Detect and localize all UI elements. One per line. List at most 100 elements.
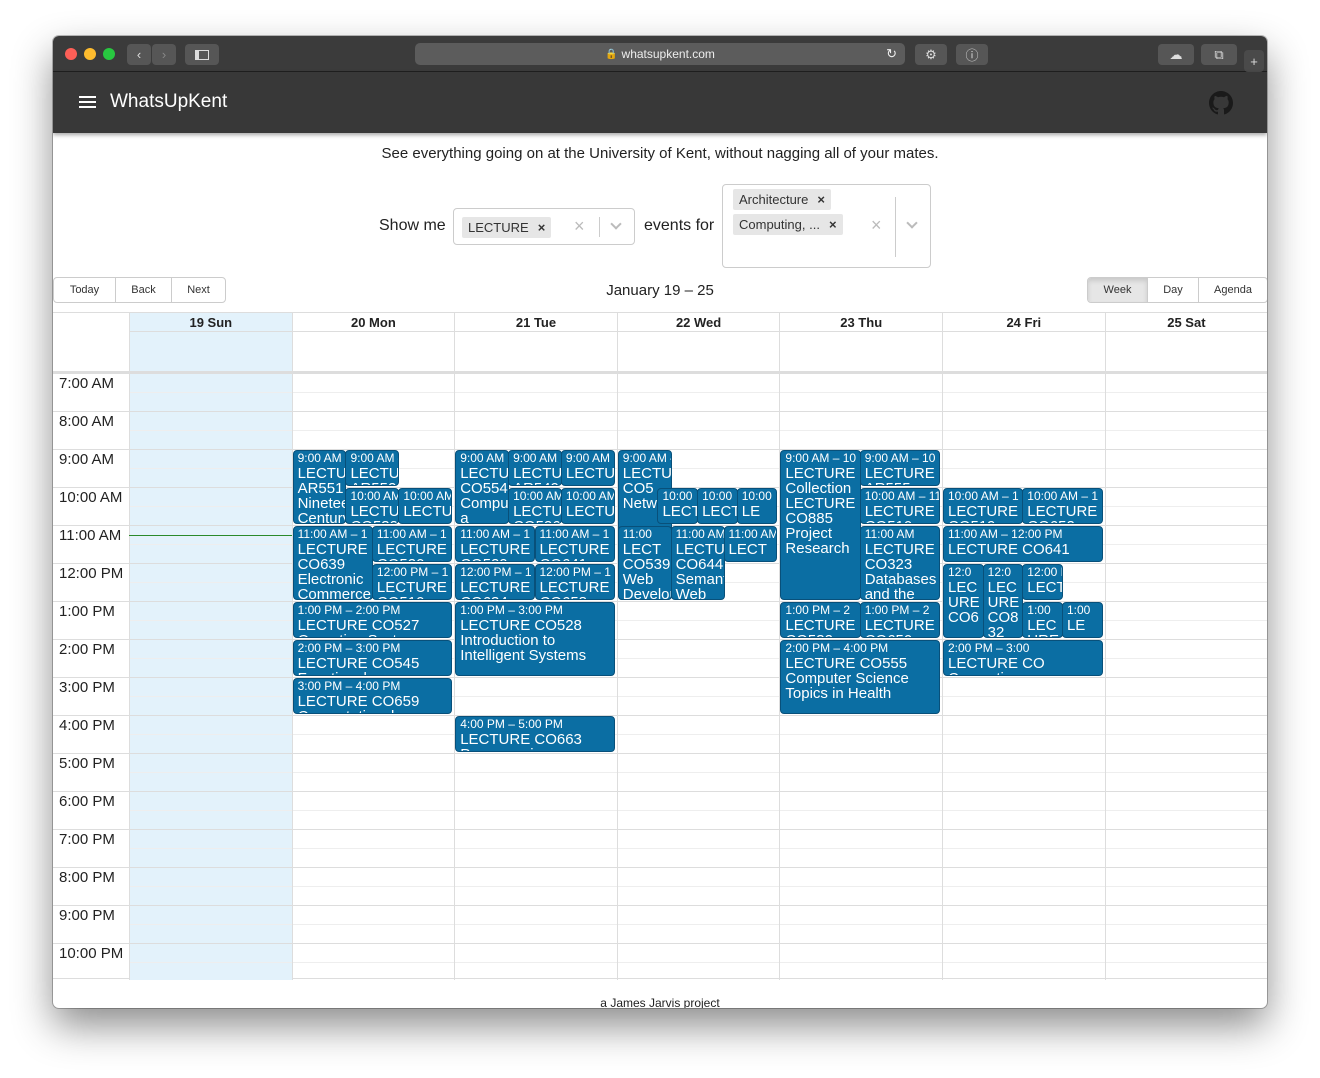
remove-chip-icon[interactable]: × <box>538 220 546 235</box>
calendar-event[interactable]: 11:00 AM LECT <box>723 526 778 562</box>
github-icon[interactable] <box>1209 91 1233 115</box>
agenda-view-button[interactable]: Agenda <box>1199 278 1267 302</box>
chevron-down-icon[interactable] <box>906 217 918 229</box>
all-day-cell[interactable] <box>779 332 942 372</box>
clear-select-icon[interactable]: × <box>871 215 882 236</box>
show-tabs-button[interactable]: ⧉ <box>1201 44 1237 65</box>
calendar-event[interactable]: 10:00 LE <box>736 488 778 524</box>
event-time: 9:00 AM <box>565 451 610 465</box>
hour-line <box>53 943 1267 944</box>
all-day-cell[interactable] <box>129 332 292 372</box>
calendar-event[interactable]: 12:00 PMLECT <box>1022 564 1063 600</box>
event-title: LECTURE <box>460 465 510 482</box>
event-title: URE <box>948 594 980 611</box>
event-title: Electronic <box>297 571 364 588</box>
calendar-event[interactable]: 1:00LECURECO532 <box>1022 602 1063 638</box>
back-nav-button[interactable]: ‹ <box>127 44 151 65</box>
day-header[interactable]: 24 Fri <box>942 313 1105 332</box>
address-bar[interactable]: 🔒 whatsupkent.com ↻ <box>415 43 905 65</box>
calendar-event[interactable]: 1:00 PM – 2LECTURECO650 <box>859 602 940 638</box>
calendar-event[interactable]: 10:00 AMLECTURE <box>398 488 453 524</box>
calendar-event[interactable]: 2:00 PM – 3:00LECTURE COComputing <box>943 640 1103 676</box>
day-header[interactable]: 19 Sun <box>129 313 292 332</box>
subject-chip-architecture[interactable]: Architecture × <box>733 189 831 210</box>
cloud-icon: ☁ <box>1169 46 1183 62</box>
calendar-event[interactable]: 9:00 AM – 10:00LECTUREAR552 <box>345 450 400 486</box>
event-type-chip[interactable]: LECTURE × <box>462 217 552 238</box>
calendar-event[interactable]: 12:00 PM – 1LECTURECO658 <box>534 564 615 600</box>
calendar-event[interactable]: 3:00 PM – 4:00 PMLECTURE CO659Computatio… <box>292 678 453 714</box>
author-link[interactable]: James Jarvis <box>610 996 680 1008</box>
day-header[interactable]: 22 Wed <box>616 313 780 332</box>
calendar-event[interactable]: 2:00 PM – 4:00 PM LECTURE CO555 Computer S… <box>780 640 940 714</box>
calendar-event[interactable]: 1:00 PM – 2:00 PMLECTURE CO527Operating … <box>292 602 453 638</box>
calendar-event[interactable]: 11:00 AM – 1LECTURECO520 <box>371 526 453 562</box>
remove-chip-icon[interactable]: × <box>817 192 825 207</box>
calendar-event[interactable]: 9:00 AMLECTURECO554Computinga Theory <box>455 450 510 524</box>
all-day-cell[interactable] <box>616 332 780 372</box>
minimize-window-button[interactable] <box>84 48 96 60</box>
info-extension-button[interactable]: ⓘ <box>956 44 988 65</box>
calendar-event[interactable]: 11:00 AM – 1LECTURECO641 <box>534 526 615 562</box>
calendar-event[interactable]: 10:00 LECT <box>657 488 699 524</box>
new-tab-button[interactable]: + <box>1244 50 1264 72</box>
calendar-event[interactable]: 10:00 AM – 11:00LECTURECO510 <box>859 488 940 524</box>
subject-chip-computing[interactable]: Computing, ... × <box>733 214 843 235</box>
calendar-event[interactable]: 9:00 AM – 10LECTUREAR555 <box>859 450 940 486</box>
calendar-event[interactable]: 1:00 LE <box>1061 602 1103 638</box>
calendar-event[interactable]: 12:0 LEC URE CO6 <box>943 564 984 638</box>
subject-select[interactable]: Architecture × Computing, ... × × <box>722 184 931 268</box>
icloud-tabs-button[interactable]: ☁ <box>1158 44 1194 65</box>
calendar-event[interactable]: 12:0 LEC URE CO8 32 <box>982 564 1024 638</box>
calendar-event[interactable]: 9:00 AMLECTURE <box>560 450 615 486</box>
calendar-event[interactable]: 10:00 AMLECTURECO532 <box>345 488 400 524</box>
all-day-cell[interactable] <box>454 332 617 372</box>
calendar-event[interactable]: 10:00 AM – 1LECTURECO519 <box>943 488 1024 524</box>
settings-extension-button[interactable]: ⚙ <box>915 44 947 65</box>
day-header[interactable]: 20 Mon <box>291 313 455 332</box>
calendar-event[interactable]: 1:00 PM – 3:00 PM LECTURE CO528 Introducti… <box>455 602 615 676</box>
calendar-event[interactable]: 10:00 AM – 1LECTURECO652 <box>1022 488 1103 524</box>
clear-select-icon[interactable]: × <box>574 216 585 237</box>
time-label: 3:00 PM <box>59 679 115 696</box>
calendar-event[interactable]: 11:00 AM – 12:00 PM LECTURE CO641 <box>943 526 1103 562</box>
forward-nav-button[interactable]: › <box>152 44 176 65</box>
calendar-event[interactable]: 9:00 AMLECTUREAR551Nineteenth-Century <box>292 450 347 524</box>
calendar-event[interactable]: 2:00 PM – 3:00 PMLECTURE CO545Functional <box>292 640 453 676</box>
calendar-event[interactable]: 11:00LECTCO539WebDevelopment <box>617 526 672 600</box>
calendar-event[interactable]: 11:00 AMLECTURECO644SemanticWeb <box>670 526 725 600</box>
calendar-event[interactable]: 11:00 AM – 1LECTURECO529 <box>455 526 536 562</box>
day-view-button[interactable]: Day <box>1148 278 1199 302</box>
remove-chip-icon[interactable]: × <box>829 217 837 232</box>
calendar-event[interactable]: 12:00 PM – 1LECTURECO510 <box>371 564 453 600</box>
day-header[interactable]: 23 Thu <box>779 313 942 332</box>
calendar-event[interactable]: 9:00 AMLECTUREAR549 <box>508 450 562 486</box>
calendar-event[interactable]: 10:00 LECT <box>697 488 738 524</box>
event-time: 12:0 <box>987 565 1011 579</box>
all-day-cell[interactable] <box>1104 332 1267 372</box>
day-header[interactable]: 25 Sat <box>1104 313 1267 332</box>
all-day-cell[interactable] <box>942 332 1105 372</box>
menu-icon[interactable] <box>79 96 96 109</box>
all-day-cell[interactable] <box>291 332 455 372</box>
close-window-button[interactable] <box>65 48 77 60</box>
event-title: CO885 <box>785 510 833 527</box>
sidebar-toggle-button[interactable] <box>185 44 219 65</box>
calendar-event[interactable]: 10:00 AMLECTURE <box>560 488 615 524</box>
calendar-event[interactable]: 9:00 AM – 10 LECTURE Collection LECTURE CO88… <box>780 450 861 600</box>
calendar-event[interactable]: 4:00 PM – 5:00 PMLECTURE CO663Programmin… <box>455 716 615 752</box>
week-view-button[interactable]: Week <box>1088 278 1148 302</box>
day-header[interactable]: 21 Tue <box>454 313 617 332</box>
chevron-down-icon[interactable] <box>610 218 622 230</box>
calendar-event[interactable]: 1:00 PM – 2LECTURECO532 <box>780 602 861 638</box>
zoom-window-button[interactable] <box>103 48 115 60</box>
reload-icon[interactable]: ↻ <box>886 46 897 62</box>
event-title: LECTURE <box>864 503 935 520</box>
lock-icon: 🔒 <box>605 48 618 60</box>
calendar-event[interactable]: 11:00 AM – 1 LECTURE CO639 Electronic Commer… <box>292 526 373 600</box>
event-type-select[interactable]: LECTURE × × <box>453 208 635 245</box>
calendar-event[interactable]: 11:00 AM LECTURE CO323 Databases and the <box>859 526 940 600</box>
current-time-indicator <box>129 534 292 536</box>
calendar-event[interactable]: 12:00 PM – 1LECTURECO634 <box>455 564 536 600</box>
calendar-event[interactable]: 10:00 AMLECTURECO526 <box>508 488 562 524</box>
